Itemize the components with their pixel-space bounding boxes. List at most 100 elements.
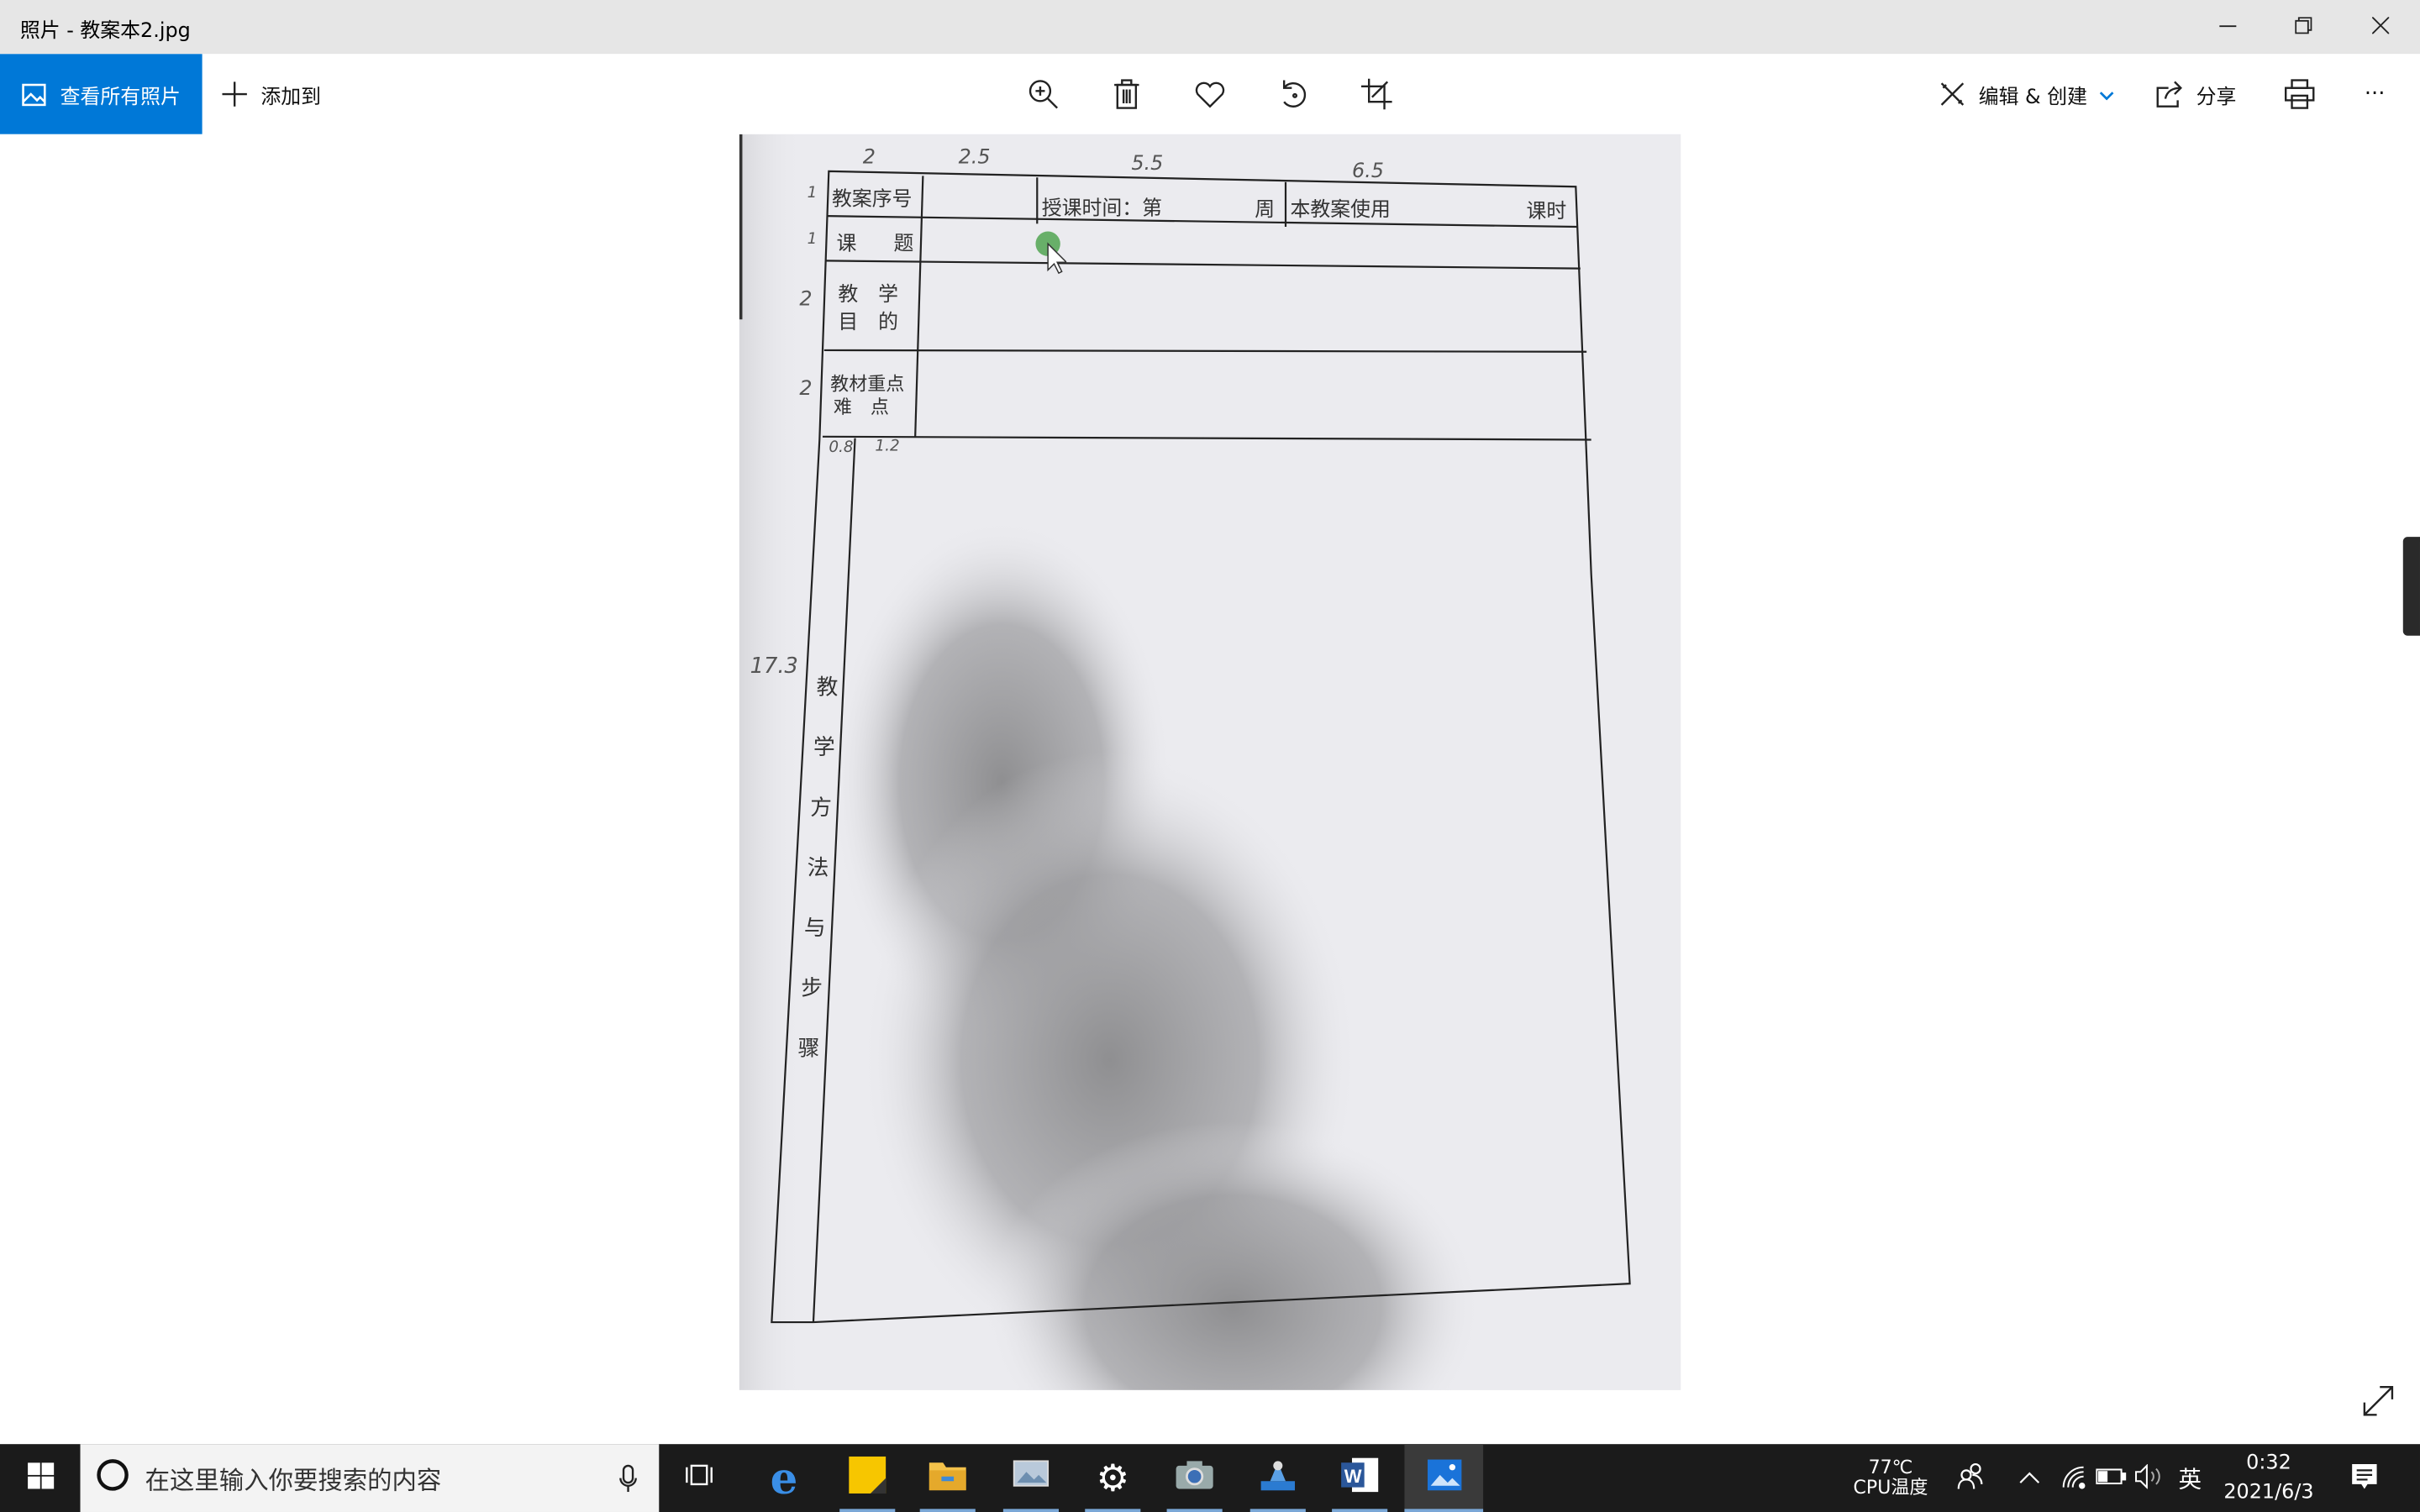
edit-create-label: 编辑 & 创建 <box>1978 85 2088 109</box>
people-button[interactable] <box>1951 1444 1991 1512</box>
more-icon: ··· <box>2364 81 2386 107</box>
chevron-up-icon <box>2018 1467 2040 1489</box>
taskbar-app[interactable] <box>1241 1444 1315 1512</box>
plus-icon <box>221 81 249 108</box>
sticky-notes-icon <box>849 1456 886 1499</box>
photo-viewer: 教案序号 授课时间：第 周 本教案使用 课时 课 题 教 学 目 的 教材重点 … <box>0 134 2420 1445</box>
running-indicator <box>1404 1509 1484 1512</box>
running-indicator <box>1002 1509 1059 1512</box>
cpu-temperature[interactable]: 77℃ CPU温度 <box>1839 1444 1941 1512</box>
side-char: 骤 <box>797 1037 820 1062</box>
battery-button[interactable] <box>2094 1444 2128 1512</box>
form-label-key-a: 教材重点 <box>830 373 905 396</box>
handwritten-note: 1 <box>807 185 818 202</box>
delete-button[interactable] <box>1113 54 1140 134</box>
side-panel-handle[interactable] <box>2402 537 2420 636</box>
form-label-goal-b: 目 的 <box>838 312 899 335</box>
favorite-button[interactable] <box>1195 54 1226 134</box>
form-label-goal-a: 教 学 <box>838 283 899 307</box>
show-hidden-icons-button[interactable] <box>2014 1444 2045 1512</box>
running-indicator <box>1332 1509 1388 1512</box>
input-method-button[interactable]: 英 <box>2171 1444 2208 1512</box>
rotate-icon <box>1278 79 1309 110</box>
form-side-label: 教 学 方 法 与 步 骤 <box>798 659 839 1079</box>
form-label-key-b: 难 点 <box>833 396 889 418</box>
fullscreen-button[interactable] <box>2361 1384 2395 1425</box>
photos-icon <box>1425 1458 1462 1499</box>
search-box[interactable]: 在这里输入你要搜索的内容 <box>80 1444 660 1512</box>
handwritten-note: 6.5 <box>1351 160 1384 184</box>
close-button[interactable] <box>2344 0 2415 54</box>
volume-icon <box>2134 1462 2165 1493</box>
add-to-button[interactable]: 添加到 <box>221 54 321 134</box>
svg-text:W: W <box>1344 1466 1362 1487</box>
running-indicator <box>919 1509 976 1512</box>
handwritten-note: 17.3 <box>750 654 798 680</box>
share-label: 分享 <box>2196 85 2237 109</box>
windows-icon <box>27 1462 54 1494</box>
action-center-button[interactable] <box>2339 1444 2389 1512</box>
photo-image: 教案序号 授课时间：第 周 本教案使用 课时 课 题 教 学 目 的 教材重点 … <box>739 134 1681 1390</box>
side-char: 方 <box>810 795 832 822</box>
cortana-icon <box>96 1458 129 1499</box>
side-char: 学 <box>813 736 835 761</box>
form-label-topic-a: 课 <box>836 233 857 256</box>
taskbar-edge[interactable]: e <box>747 1444 821 1512</box>
form-label-lesson-number: 教案序号 <box>831 188 913 212</box>
clock-date: 2021/6/3 <box>2223 1481 2314 1504</box>
zoom-button[interactable] <box>1028 54 1059 134</box>
battery-icon <box>2096 1467 2127 1490</box>
heart-icon <box>1195 81 1226 108</box>
task-view-icon <box>686 1462 713 1494</box>
people-icon <box>1957 1462 1985 1494</box>
share-button[interactable]: 分享 <box>2156 54 2237 134</box>
share-icon <box>2156 81 2184 108</box>
taskbar-photos[interactable] <box>1404 1444 1484 1512</box>
crop-button[interactable] <box>1360 54 1392 134</box>
handwritten-note: 2 <box>799 288 813 312</box>
edit-icon <box>1939 81 1966 108</box>
app-icon <box>1258 1457 1298 1499</box>
notification-icon <box>2350 1462 2378 1494</box>
side-char: 法 <box>807 856 829 881</box>
running-indicator <box>1085 1509 1141 1512</box>
form-label-time: 授课时间：第 <box>1041 197 1163 221</box>
edit-create-button[interactable]: 编辑 & 创建 <box>1939 54 2115 134</box>
taskbar-settings[interactable]: ⚙ <box>1076 1444 1150 1512</box>
form-label-week: 周 <box>1255 198 1276 223</box>
wifi-icon <box>2060 1463 2086 1493</box>
minimize-button[interactable] <box>2191 0 2262 54</box>
restore-button[interactable] <box>2267 0 2338 54</box>
edge-icon: e <box>770 1452 798 1504</box>
zoom-in-icon <box>1028 79 1059 110</box>
toolbar: 查看所有照片 添加到 编辑 & 创建 分享 ··· <box>0 54 2420 134</box>
cpu-temp-value: 77℃ <box>1868 1456 1913 1478</box>
minimize-icon <box>2218 14 2236 39</box>
close-icon <box>2370 14 2389 39</box>
volume-button[interactable] <box>2133 1444 2166 1512</box>
title-bar: 照片 - 教案本2.jpg <box>0 0 2420 55</box>
restore-icon <box>2294 14 2312 39</box>
taskbar-sticky-notes[interactable] <box>830 1444 904 1512</box>
taskbar-camera[interactable] <box>1158 1444 1232 1512</box>
more-button[interactable]: ··· <box>2365 54 2386 134</box>
window-title: 照片 - 教案本2.jpg <box>19 19 191 44</box>
print-icon <box>2284 79 2315 110</box>
form-label-hours: 课时 <box>1526 200 1567 224</box>
taskbar-photo-app[interactable] <box>994 1444 1068 1512</box>
photo-icon <box>22 82 46 106</box>
running-indicator <box>839 1509 896 1512</box>
print-button[interactable] <box>2284 54 2315 134</box>
taskbar-word[interactable]: W <box>1323 1444 1397 1512</box>
gear-icon: ⚙ <box>1096 1456 1130 1500</box>
view-all-photos-button[interactable]: 查看所有照片 <box>0 54 203 134</box>
network-button[interactable] <box>2057 1444 2088 1512</box>
start-button[interactable] <box>0 1444 81 1512</box>
task-view-button[interactable] <box>664 1444 734 1512</box>
clock[interactable]: 0:32 2021/6/3 <box>2217 1444 2322 1512</box>
cpu-temp-label: CPU温度 <box>1853 1476 1928 1499</box>
rotate-button[interactable] <box>1278 54 1309 134</box>
mouse-cursor <box>1035 231 1068 281</box>
handwritten-note: 1 <box>807 231 818 249</box>
taskbar-file-explorer[interactable] <box>911 1444 985 1512</box>
